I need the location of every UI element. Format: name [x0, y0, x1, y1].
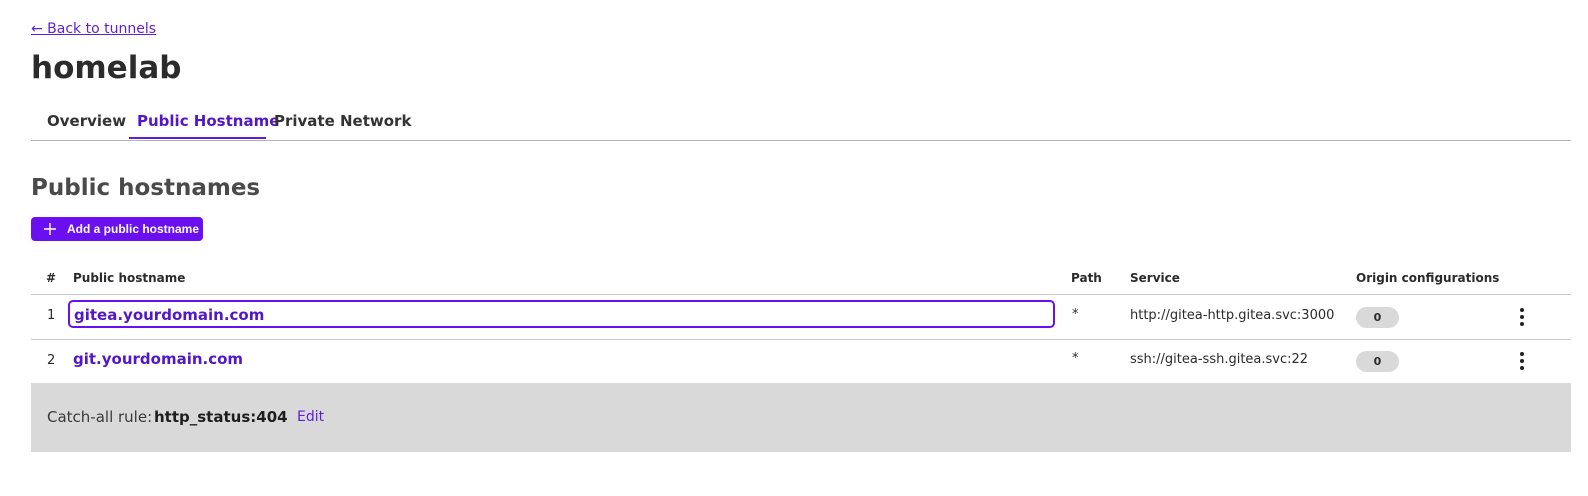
add-button-label: Add a public hostname — [67, 222, 200, 236]
row-path: * — [1072, 351, 1079, 366]
add-public-hostname-button[interactable]: Add a public hostname — [31, 217, 203, 241]
origin-config-count-badge: 0 — [1356, 307, 1399, 328]
tab-public-hostname[interactable]: Public Hostname — [129, 104, 279, 139]
row-path: * — [1072, 307, 1079, 322]
tab-private-network[interactable]: Private Network — [266, 104, 419, 139]
table-row: 2 git.yourdomain.com * ssh://gitea-ssh.g… — [31, 340, 1571, 385]
header-service: Service — [1130, 271, 1180, 285]
public-hostnames-table: # Public hostname Path Service Origin co… — [31, 262, 1571, 385]
row-index: 2 — [47, 353, 56, 368]
page-title: homelab — [31, 50, 182, 86]
row-index: 1 — [47, 308, 56, 323]
row-service: http://gitea-http.gitea.svc:3000 — [1130, 308, 1335, 323]
table-header-row: # Public hostname Path Service Origin co… — [31, 262, 1571, 295]
row-service: ssh://gitea-ssh.gitea.svc:22 — [1130, 352, 1309, 367]
header-public-hostname: Public hostname — [73, 271, 186, 285]
header-index: # — [46, 271, 57, 285]
section-title: Public hostnames — [31, 175, 261, 201]
catch-all-value: http_status:404 — [154, 408, 288, 426]
back-to-tunnels-link[interactable]: ← Back to tunnels — [31, 21, 156, 37]
edit-catch-all-link[interactable]: Edit — [297, 409, 324, 425]
hostname-link[interactable]: git.yourdomain.com — [73, 350, 243, 368]
origin-config-count-badge: 0 — [1356, 351, 1399, 372]
header-path: Path — [1071, 271, 1102, 285]
header-origin-configurations: Origin configurations — [1356, 271, 1500, 285]
catch-all-rule-panel: Catch-all rule: http_status:404 Edit — [31, 383, 1571, 452]
hostname-link[interactable]: gitea.yourdomain.com — [68, 300, 1055, 328]
row-actions-menu-icon[interactable] — [1512, 305, 1532, 329]
tab-bar: Overview Public Hostname Private Network — [31, 104, 1571, 141]
tab-overview[interactable]: Overview — [39, 104, 134, 139]
plus-icon — [44, 223, 56, 235]
row-actions-menu-icon[interactable] — [1512, 349, 1532, 373]
table-row: 1 gitea.yourdomain.com * http://gitea-ht… — [31, 295, 1571, 340]
catch-all-label: Catch-all rule: — [47, 408, 153, 426]
